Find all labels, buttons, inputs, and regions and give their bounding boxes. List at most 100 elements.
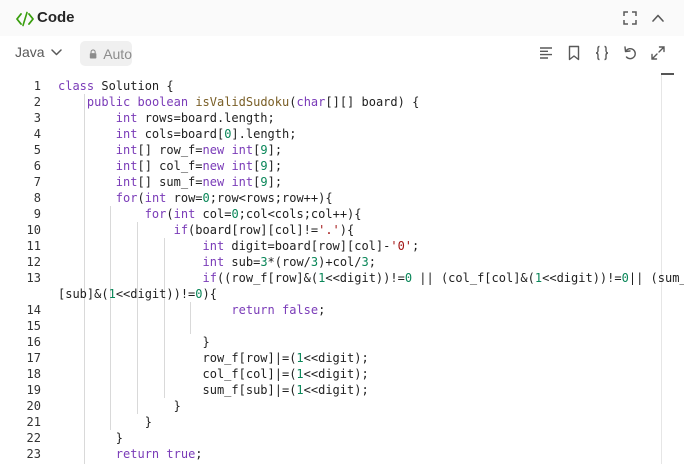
code-panel-header: Code (0, 0, 684, 36)
code-editor[interactable]: 1 class Solution {2 public boolean isVali… (0, 70, 684, 464)
braces-icon[interactable] (594, 45, 610, 61)
line-number: 19 (26, 383, 41, 397)
code-text: int digit=board[row][col]-'0'; (58, 238, 420, 254)
code-text: } (58, 430, 123, 446)
code-token: int (202, 239, 225, 253)
code-token: sub= (224, 255, 261, 269)
code-text: if((row_f[row]&(1<<digit))!=0 || (col_f[… (58, 270, 684, 286)
code-token: int (115, 175, 138, 189)
code-line[interactable]: 2 public boolean isValidSudoku(char[][] … (0, 94, 640, 110)
undo-icon[interactable] (622, 45, 638, 61)
code-token: int (115, 159, 138, 173)
code-line[interactable]: 4 int cols=board[0].length; (0, 126, 640, 142)
editor-toolbar: Java Auto (0, 36, 684, 70)
code-token: <<digit))!= (325, 271, 405, 285)
bookmark-icon[interactable] (566, 45, 582, 61)
code-token: 1 (296, 383, 304, 397)
code-token: 1 (108, 287, 116, 301)
auto-mode-label: Auto (103, 45, 132, 62)
code-line[interactable]: 17 row_f[row]|=(1<<digit); (0, 350, 640, 366)
code-line[interactable]: 22 } (0, 430, 640, 446)
code-text: int sub=3*(row/3)+col/3; (58, 254, 376, 270)
code-token: 0 (404, 271, 413, 285)
auto-mode-button[interactable]: Auto (80, 41, 132, 66)
line-number: 10 (26, 223, 41, 237)
line-number: 5 (33, 143, 41, 157)
code-line[interactable]: 5 int[] row_f=new int[9]; (0, 142, 640, 158)
code-text: int[] sum_f=new int[9]; (58, 174, 282, 190)
line-number: 20 (26, 399, 41, 413)
code-text: } (58, 334, 209, 350)
code-token: return (231, 303, 275, 317)
code-token: 1 (296, 367, 304, 381)
code-line[interactable]: 19 sum_f[sub]|=(1<<digit); (0, 382, 640, 398)
code-token: int (115, 111, 138, 125)
code-brackets-icon (16, 11, 34, 27)
fullscreen-icon[interactable] (622, 10, 638, 26)
code-line[interactable]: 13 if((row_f[row]&(1<<digit))!=0 || (col… (0, 270, 684, 286)
code-token: isValidSudoku (195, 95, 290, 109)
code-line[interactable]: 10 if(board[row][col]!='.'){ (0, 222, 640, 238)
code-token: [] row_f= (137, 143, 203, 157)
code-token: <<digit))!= (115, 287, 196, 301)
code-line[interactable]: 7 int[] sum_f=new int[9]; (0, 174, 640, 190)
code-text: } (58, 414, 152, 430)
code-text: int[] row_f=new int[9]; (58, 142, 282, 158)
code-line[interactable]: 1 class Solution { (0, 78, 640, 94)
format-lines-icon[interactable] (538, 45, 554, 61)
code-line[interactable]: 3 int rows=board.length; (0, 110, 640, 126)
code-token: [] col_f= (137, 159, 203, 173)
code-text: int[] col_f=new int[9]; (58, 158, 282, 174)
code-token: 0 (195, 287, 203, 301)
language-select[interactable]: Java (15, 44, 62, 60)
code-token: [sub]&( (58, 287, 109, 301)
code-token: int (173, 207, 196, 221)
code-token: sum_f[sub]|=( (58, 383, 297, 397)
code-line[interactable]: 20 } (0, 398, 640, 414)
code-line[interactable]: 12 int sub=3*(row/3)+col/3; (0, 254, 640, 270)
code-line[interactable]: 23 return true; (0, 446, 640, 462)
expand-icon[interactable] (650, 45, 666, 61)
code-line[interactable]: 9 for(int col=0;col<cols;col++){ (0, 206, 640, 222)
line-number: 3 (33, 111, 41, 125)
code-token: } (58, 431, 124, 445)
code-line[interactable]: 18 col_f[col]|=(1<<digit); (0, 366, 640, 382)
code-token: [] sum_f= (137, 175, 203, 189)
code-line[interactable]: 15 (0, 318, 640, 334)
code-line[interactable]: 11 int digit=board[row][col]-'0'; (0, 238, 640, 254)
code-token: } (58, 399, 181, 413)
code-token: char (296, 95, 326, 109)
code-text: class Solution { (58, 78, 174, 94)
code-token: || (col_f[col]&( (412, 271, 535, 285)
code-token: 0 (621, 271, 629, 285)
chevron-up-icon[interactable] (650, 10, 666, 26)
code-line[interactable]: 16 } (0, 334, 640, 350)
code-token: ; (368, 255, 376, 269)
code-text: col_f[col]|=(1<<digit); (58, 366, 368, 382)
code-token: new (202, 159, 225, 173)
code-token: col_f[col]|=( (58, 367, 297, 381)
chevron-down-icon (50, 49, 62, 56)
code-line[interactable]: 6 int[] col_f=new int[9]; (0, 158, 640, 174)
code-line[interactable]: 21 } (0, 414, 640, 430)
line-number: 11 (26, 239, 41, 253)
code-token: ; (412, 239, 420, 253)
code-token: col= (195, 207, 232, 221)
line-number: 12 (26, 255, 41, 269)
code-token: 0 (231, 207, 239, 221)
code-token: <<digit))!= (542, 271, 622, 285)
code-text: return true; (58, 446, 203, 462)
line-number: 14 (26, 303, 41, 317)
code-token: class (58, 79, 95, 93)
code-line[interactable]: 14 return false; (0, 302, 640, 318)
code-token: <<digit); (303, 383, 369, 397)
code-line[interactable]: [sub]&(1<<digit))!=0){ (0, 286, 640, 302)
code-line[interactable]: 8 for(int row=0;row<rows;row++){ (0, 190, 640, 206)
code-token: ; (318, 303, 326, 317)
